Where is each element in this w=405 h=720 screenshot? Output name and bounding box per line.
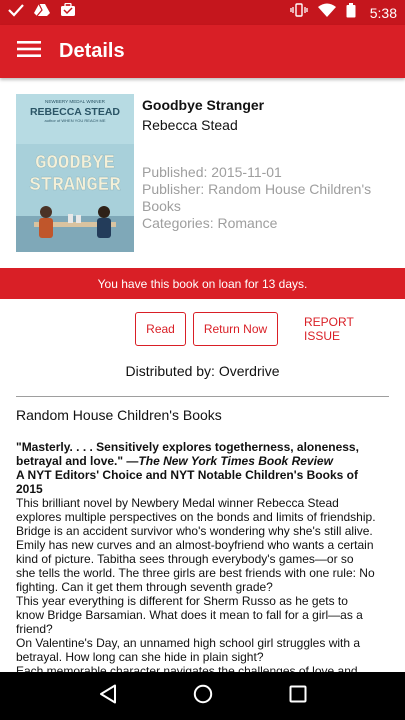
review-source: The New York Times Book Review — [138, 454, 333, 468]
menu-button[interactable] — [0, 25, 58, 78]
back-icon — [99, 684, 117, 709]
page-title: Details — [59, 40, 125, 62]
review-quote-paragraph: "Masterly. . . . Sensitively explores to… — [16, 440, 376, 468]
divider — [16, 396, 389, 397]
publisher-name: Random House Children's Books — [16, 407, 222, 423]
description-paragraph-1: This brilliant novel by Newbery Medal wi… — [16, 496, 376, 524]
check-icon — [8, 3, 24, 22]
status-left — [8, 2, 76, 22]
vibrate-icon — [290, 3, 308, 22]
drive-icon — [34, 3, 50, 22]
description-paragraph-4: On Valentine's Day, an unnamed high scho… — [16, 636, 361, 664]
publisher-line: Publisher: Random House Children's Books — [142, 181, 372, 214]
app-bar: Details — [0, 25, 405, 78]
cover-author: REBECCA STEAD — [30, 106, 120, 118]
briefcase-icon — [60, 2, 76, 22]
report-issue-button[interactable]: REPORT ISSUE — [304, 312, 392, 346]
book-text: Goodbye Stranger Rebecca Stead — [142, 96, 389, 134]
cover-subtitle: author of WHEN YOU REACH ME — [44, 118, 105, 123]
review-quote-dash: — — [123, 454, 139, 468]
book-meta: Published: 2015-11-01 Publisher: Random … — [142, 164, 389, 232]
book-author: Rebecca Stead — [142, 117, 238, 133]
cover-title-line2: STRANGER — [29, 174, 121, 196]
recents-button[interactable] — [278, 676, 318, 716]
cover-badge: NEWBERY MEDAL WINNER — [45, 99, 106, 104]
home-button[interactable] — [183, 676, 223, 716]
book-cover[interactable]: NEWBERY MEDAL WINNER REBECCA STEAD autho… — [16, 94, 134, 252]
status-time: 5:38 — [369, 4, 397, 21]
hamburger-menu-icon — [17, 40, 41, 63]
status-bar: 5:38 — [0, 0, 405, 25]
loan-message: You have this book on loan for 13 days. — [97, 276, 308, 291]
home-icon — [193, 684, 213, 709]
description-paragraph-2: Bridge is an accident survivor who's won… — [16, 524, 375, 594]
navigation-bar — [0, 672, 405, 720]
wifi-icon — [317, 3, 336, 22]
published-date: Published: 2015-11-01 — [142, 164, 282, 180]
book-title: Goodbye Stranger — [142, 97, 265, 113]
cover-title-line1: GOODBYE — [35, 152, 115, 174]
distributed-by: Distributed by: Overdrive — [125, 363, 280, 379]
description-paragraph-3: This year everything is different for Sh… — [16, 594, 363, 636]
recents-icon — [289, 685, 307, 708]
book-info: NEWBERY MEDAL WINNER REBECCA STEAD autho… — [16, 94, 389, 254]
book-description: "Masterly. . . . Sensitively explores to… — [16, 440, 376, 678]
read-button[interactable]: Read — [135, 312, 186, 346]
awards-line: A NYT Editors' Choice and NYT Notable Ch… — [16, 468, 358, 496]
return-now-button[interactable]: Return Now — [193, 312, 278, 346]
status-right: 5:38 — [290, 2, 397, 23]
categories-line: Categories: Romance — [142, 215, 278, 231]
loan-banner: You have this book on loan for 13 days. — [0, 268, 405, 299]
back-button[interactable] — [88, 676, 128, 716]
battery-icon — [346, 2, 356, 23]
